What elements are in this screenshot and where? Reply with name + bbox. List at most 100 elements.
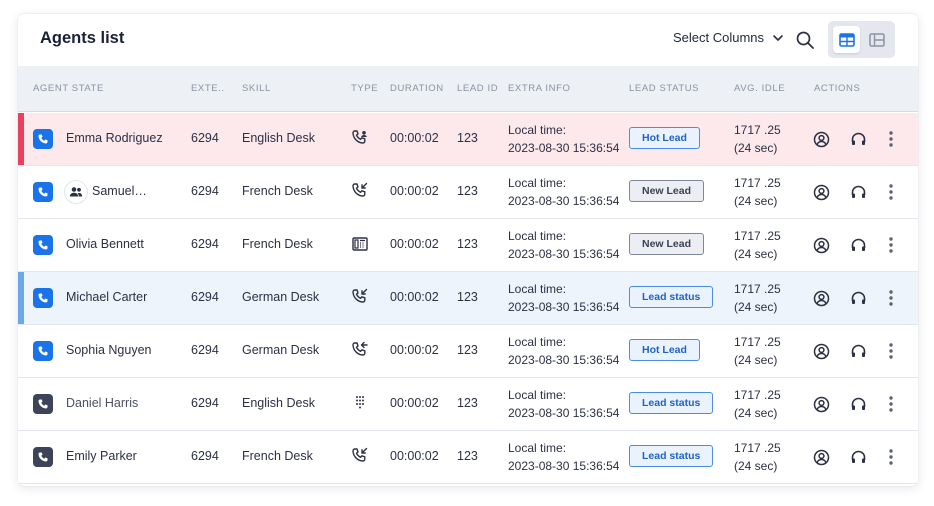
- column-header-type[interactable]: TYPE: [351, 83, 378, 94]
- avg-idle: 1717 .25 (24 sec): [734, 122, 781, 157]
- column-header-avg-idle[interactable]: AVG. IDLE: [734, 83, 785, 94]
- avg-idle: 1717 .25 (24 sec): [734, 387, 781, 422]
- search-icon[interactable]: [794, 29, 816, 51]
- table-row[interactable]: Michael Carter 6294 German Desk 00:00:02…: [18, 272, 918, 325]
- card-view-button[interactable]: [863, 26, 890, 53]
- avg-idle-seconds: (24 sec): [734, 458, 778, 473]
- column-header-lead-status[interactable]: LEAD STATUS: [629, 83, 699, 94]
- more-options-icon[interactable]: [882, 289, 900, 307]
- headset-icon[interactable]: [849, 342, 867, 360]
- column-header-lead-id[interactable]: LEAD ID: [457, 83, 498, 94]
- column-header-agent-state[interactable]: AGENT STATE: [33, 83, 104, 94]
- extra-info-label: Local time:: [508, 282, 567, 296]
- select-columns-label: Select Columns: [673, 30, 765, 45]
- headset-icon[interactable]: [849, 448, 867, 466]
- extra-info-value: 2023-08-30 15:36:54: [508, 193, 620, 208]
- lead-id: 123: [457, 131, 478, 145]
- headset-icon[interactable]: [849, 130, 867, 148]
- table-row[interactable]: Olivia Bennett 6294 French Desk 00:00:02…: [18, 219, 918, 272]
- table-view-button[interactable]: [833, 26, 860, 53]
- avg-idle-value: 1717 .25: [734, 123, 781, 137]
- phone-agent-icon: [351, 129, 369, 147]
- phone-outgoing-icon: [351, 341, 369, 359]
- agent-name[interactable]: Emma Rodriguez: [66, 131, 163, 145]
- extension: 6294: [191, 184, 219, 198]
- lead-status-badge[interactable]: Hot Lead: [629, 127, 700, 149]
- lead-status-badge[interactable]: Lead status: [629, 286, 714, 308]
- agent-name[interactable]: Samuel…: [92, 184, 147, 198]
- headset-icon[interactable]: [849, 236, 867, 254]
- extra-info-value: 2023-08-30 15:36:54: [508, 140, 620, 155]
- lead-status-badge[interactable]: Hot Lead: [629, 339, 700, 361]
- agent-name[interactable]: Daniel Harris: [66, 396, 138, 410]
- agent-name[interactable]: Olivia Bennett: [66, 237, 144, 251]
- extra-info-value: 2023-08-30 15:36:54: [508, 246, 620, 261]
- lead-id: 123: [457, 343, 478, 357]
- avg-idle-value: 1717 .25: [734, 282, 781, 296]
- more-options-icon[interactable]: [882, 395, 900, 413]
- lead-id: 123: [457, 396, 478, 410]
- column-header-extra-info[interactable]: EXTRA INFO: [508, 83, 570, 94]
- card-view-icon: [868, 32, 885, 47]
- avg-idle: 1717 .25 (24 sec): [734, 334, 781, 369]
- extra-info-value: 2023-08-30 15:36:54: [508, 405, 620, 420]
- extension: 6294: [191, 237, 219, 251]
- more-options-icon[interactable]: [882, 130, 900, 148]
- table-row[interactable]: Daniel Harris 6294 English Desk 00:00:02…: [18, 378, 918, 431]
- avg-idle-seconds: (24 sec): [734, 405, 778, 420]
- phone-blue-icon: [33, 235, 53, 255]
- headset-icon[interactable]: [849, 395, 867, 413]
- select-columns-dropdown[interactable]: Select Columns: [673, 30, 784, 45]
- user-profile-icon[interactable]: [812, 130, 830, 148]
- lead-status-badge[interactable]: New Lead: [629, 180, 705, 202]
- agent-name[interactable]: Michael Carter: [66, 290, 147, 304]
- extra-info: Local time: 2023-08-30 15:36:54: [508, 440, 619, 475]
- more-options-icon[interactable]: [882, 183, 900, 201]
- phone-dark-icon: [33, 394, 53, 414]
- lead-id: 123: [457, 237, 478, 251]
- user-profile-icon[interactable]: [812, 289, 830, 307]
- extra-info-value: 2023-08-30 15:36:54: [508, 299, 620, 314]
- column-header-duration[interactable]: DURATION: [390, 83, 444, 94]
- avg-idle-value: 1717 .25: [734, 335, 781, 349]
- user-profile-icon[interactable]: [812, 183, 830, 201]
- phone-blue-icon: [33, 341, 53, 361]
- agents-list-card: Agents list Select Columns AGENT STATE E…: [18, 14, 918, 486]
- extra-info-label: Local time:: [508, 229, 567, 243]
- avg-idle: 1717 .25 (24 sec): [734, 175, 781, 210]
- agent-name[interactable]: Sophia Nguyen: [66, 343, 151, 357]
- extra-info: Local time: 2023-08-30 15:36:54: [508, 281, 619, 316]
- lead-status-badge[interactable]: New Lead: [629, 233, 705, 255]
- headset-icon[interactable]: [849, 289, 867, 307]
- column-header-extension[interactable]: EXTE..: [191, 83, 225, 94]
- agent-name[interactable]: Emily Parker: [66, 449, 137, 463]
- duration: 00:00:02: [390, 184, 439, 198]
- duration: 00:00:02: [390, 343, 439, 357]
- extra-info: Local time: 2023-08-30 15:36:54: [508, 387, 619, 422]
- avg-idle-value: 1717 .25: [734, 229, 781, 243]
- table-row[interactable]: Emily Parker 6294 French Desk 00:00:02 1…: [18, 431, 918, 484]
- table-row[interactable]: Sophia Nguyen 6294 German Desk 00:00:02 …: [18, 325, 918, 378]
- user-profile-icon[interactable]: [812, 448, 830, 466]
- more-options-icon[interactable]: [882, 342, 900, 360]
- user-profile-icon[interactable]: [812, 342, 830, 360]
- avg-idle-seconds: (24 sec): [734, 352, 778, 367]
- more-options-icon[interactable]: [882, 236, 900, 254]
- group-avatar-icon: [64, 180, 88, 204]
- column-header-skill[interactable]: SKILL: [242, 83, 271, 94]
- user-profile-icon[interactable]: [812, 236, 830, 254]
- table-row[interactable]: Samuel… 6294 French Desk 00:00:02 123 Lo…: [18, 166, 918, 219]
- skill: French Desk: [242, 237, 313, 251]
- skill: English Desk: [242, 396, 315, 410]
- card-header: Agents list Select Columns: [18, 14, 918, 66]
- duration: 00:00:02: [390, 290, 439, 304]
- headset-icon[interactable]: [849, 183, 867, 201]
- duration: 00:00:02: [390, 237, 439, 251]
- fax-icon: [351, 235, 369, 253]
- lead-status-badge[interactable]: Lead status: [629, 392, 714, 414]
- extension: 6294: [191, 396, 219, 410]
- lead-status-badge[interactable]: Lead status: [629, 445, 714, 467]
- table-row[interactable]: Emma Rodriguez 6294 English Desk 00:00:0…: [18, 113, 918, 166]
- user-profile-icon[interactable]: [812, 395, 830, 413]
- more-options-icon[interactable]: [882, 448, 900, 466]
